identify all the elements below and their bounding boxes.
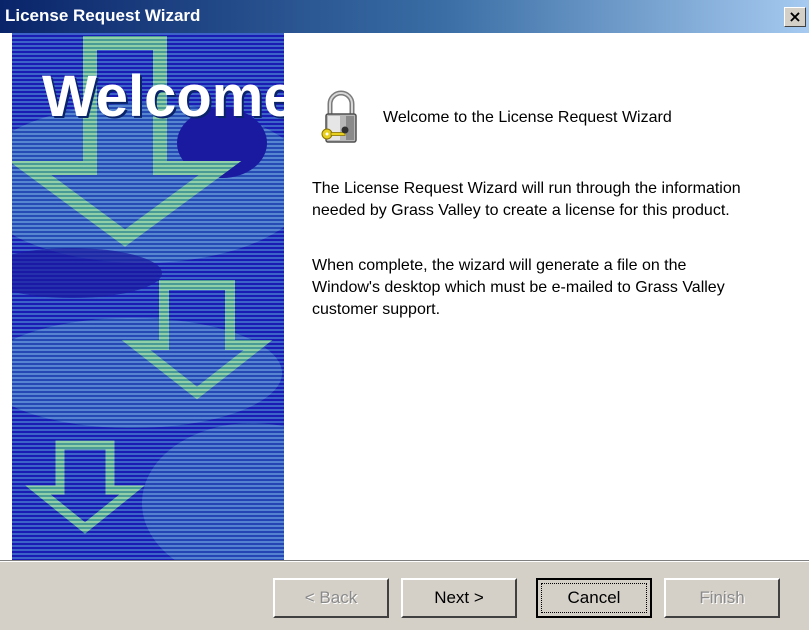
back-button[interactable]: < Back: [273, 578, 389, 618]
intro-paragraph: The License Request Wizard will run thro…: [312, 180, 741, 219]
wizard-window: License Request Wizard × Welcome Welcome…: [0, 0, 809, 630]
welcome-side-panel: Welcome: [12, 33, 284, 560]
close-button[interactable]: ×: [784, 7, 806, 27]
welcome-heading: Welcome: [42, 64, 284, 129]
title-bar[interactable]: License Request Wizard ×: [0, 0, 809, 33]
focus-ring: [541, 583, 647, 613]
close-icon: ×: [788, 6, 802, 26]
finish-button[interactable]: Finish: [664, 578, 780, 618]
lock-icon: [321, 90, 357, 143]
window-title: License Request Wizard: [5, 6, 201, 25]
next-button[interactable]: Next >: [401, 578, 517, 618]
content-title: Welcome to the License Request Wizard: [383, 109, 672, 126]
instructions-paragraph: When complete, the wizard will generate …: [312, 257, 725, 318]
cancel-button[interactable]: Cancel: [536, 578, 652, 618]
